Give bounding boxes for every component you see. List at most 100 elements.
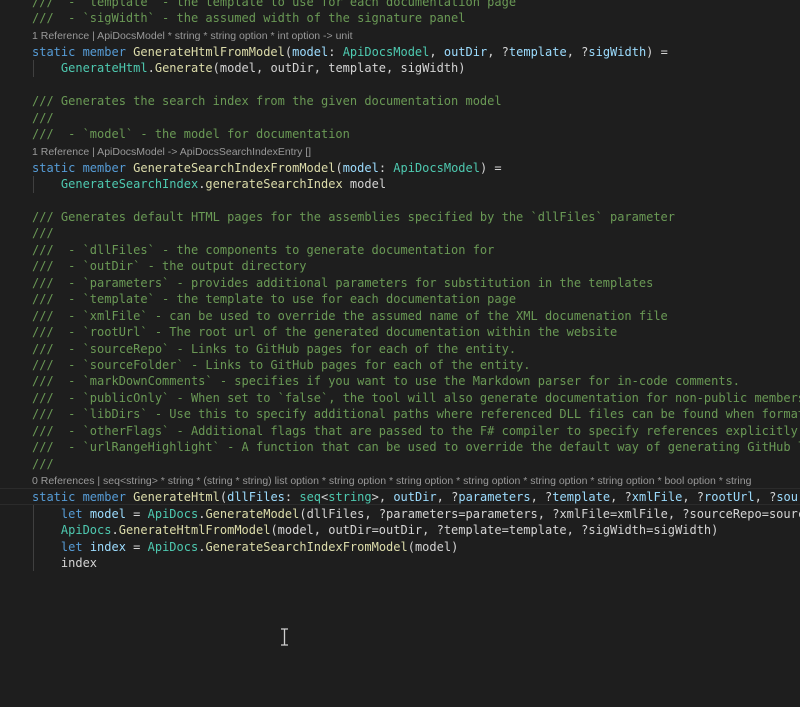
identifier: outDir xyxy=(443,44,488,59)
code-line-29: let model = ApiDocs.GenerateModel(dllFil… xyxy=(32,506,800,522)
code-text: ) = xyxy=(646,44,668,59)
function-name: generateSearchIndex xyxy=(205,177,343,192)
codelens-references[interactable]: 1 Reference | ApiDocsModel -> ApiDocsSea… xyxy=(32,145,311,159)
identifier: model xyxy=(89,506,126,521)
type-name: ApiDocsModel xyxy=(393,160,480,175)
function-name: GenerateSearchIndexFromModel xyxy=(205,539,408,554)
type-name: ApiDocs xyxy=(147,539,199,554)
code-line-6: /// Generates the search index from the … xyxy=(32,93,502,109)
function-name: GenerateSearchIndexFromModel xyxy=(133,160,336,175)
code-text: ) = xyxy=(479,160,502,175)
code-line-19: /// - `rootUrl` - The root url of the ge… xyxy=(32,324,617,340)
codelens-references[interactable]: 1 Reference | ApiDocsModel * string * st… xyxy=(32,29,353,43)
identifier: template xyxy=(508,44,567,59)
doc-comment: /// - `urlRangeHighlight` - A function t… xyxy=(32,440,800,455)
doc-comment: /// - `xmlFile` - can be used to overrid… xyxy=(32,308,668,323)
doc-comment: /// - `sourceRepo` - Links to GitHub pag… xyxy=(32,341,517,356)
code-line-31: let index = ApiDocs.GenerateSearchIndexF… xyxy=(32,539,458,555)
codelens-references[interactable]: 0 References | seq<string> * string * (s… xyxy=(32,474,751,488)
code-line-1: /// - `template` - the template to use f… xyxy=(32,0,516,10)
code-line-30: ApiDocs.GenerateHtmlFromModel(model, out… xyxy=(32,522,718,538)
type-name: ApiDocs xyxy=(60,523,112,538)
code-line-13: /// xyxy=(32,225,54,241)
code-text: , ? xyxy=(610,490,632,505)
code-text: . xyxy=(111,523,119,538)
doc-comment: /// - `publicOnly` - When set to `false`… xyxy=(32,390,800,405)
code-line-27: /// xyxy=(32,456,54,472)
code-text: (model, outDir=outDir, ?template=templat… xyxy=(270,523,719,538)
code-line-7: /// xyxy=(32,110,54,126)
code-line-15: /// - `outDir` - the output directory xyxy=(32,258,307,274)
doc-comment: /// Generates the search index from the … xyxy=(32,94,502,109)
doc-comment: /// - `sigWidth` - the assumed width of … xyxy=(32,11,466,26)
code-line-9: static member GenerateSearchIndexFromMod… xyxy=(32,160,502,176)
identifier: xmlFile xyxy=(631,490,683,505)
code-line-3: static member GenerateHtmlFromModel(mode… xyxy=(32,44,668,60)
code-line-32: index xyxy=(32,555,97,571)
code-line-28: static member GenerateHtml(dllFiles: seq… xyxy=(32,489,800,505)
identifier: parameters xyxy=(458,490,531,505)
code-line-10: GenerateSearchIndex.generateSearchIndex … xyxy=(32,176,386,192)
code-text: , ? xyxy=(754,490,777,505)
doc-comment: /// - `template` - the template to use f… xyxy=(32,0,517,9)
code-text: index xyxy=(32,555,98,570)
keyword: let xyxy=(60,506,90,521)
code-line-24: /// - `libDirs` - Use this to specify ad… xyxy=(32,406,800,422)
doc-comment: /// - `template` - the template to use f… xyxy=(32,292,517,307)
doc-comment: /// - `dllFiles` - the components to gen… xyxy=(32,242,495,257)
identifier: dllFiles xyxy=(227,490,285,505)
identifier: model xyxy=(292,44,329,59)
code-text: >, xyxy=(371,490,394,505)
identifier: outDir xyxy=(393,490,437,505)
function-name: GenerateHtml xyxy=(133,490,220,505)
code-text: : xyxy=(284,490,300,505)
type-name: GenerateSearchIndex xyxy=(60,177,199,192)
code-text: (model) xyxy=(407,539,459,554)
doc-comment: /// - `model` - the model for documentat… xyxy=(32,127,350,142)
identifier: sigWidth xyxy=(588,44,647,59)
code-editor[interactable]: /// - `template` - the template to use f… xyxy=(0,0,800,707)
code-text: , ? xyxy=(566,44,589,59)
keyword: static member xyxy=(32,44,134,59)
doc-comment: /// - `libDirs` - Use this to specify ad… xyxy=(32,407,800,422)
code-line-18: /// - `xmlFile` - can be used to overrid… xyxy=(32,308,668,324)
doc-comment: /// xyxy=(32,226,54,241)
code-line-12: /// Generates default HTML pages for the… xyxy=(32,209,675,225)
type-name: ApiDocs xyxy=(147,506,199,521)
identifier: template xyxy=(552,490,611,505)
doc-comment: /// - `rootUrl` - The root url of the ge… xyxy=(32,325,618,340)
code-line-25: /// - `otherFlags` - Additional flags th… xyxy=(32,423,800,439)
code-text: , xyxy=(429,44,444,59)
code-text: , ? xyxy=(487,44,509,59)
type-name: string xyxy=(328,490,372,505)
type-name: ApiDocsModel xyxy=(342,44,430,59)
code-text: ( xyxy=(335,160,343,175)
identifier: sourceRepo xyxy=(776,490,800,505)
code-line-2: /// - `sigWidth` - the assumed width of … xyxy=(32,10,465,26)
code-text: , ? xyxy=(682,490,705,505)
doc-comment: /// - `sourceFolder` - Links to GitHub p… xyxy=(32,358,531,372)
doc-comment: /// - `otherFlags` - Additional flags th… xyxy=(32,423,800,438)
code-text: . xyxy=(147,61,155,76)
code-line-16: /// - `parameters` - provides additional… xyxy=(32,275,653,291)
code-text: , ? xyxy=(530,490,553,505)
code-text: : xyxy=(328,44,343,59)
keyword: static member xyxy=(32,490,134,505)
function-name: Generate xyxy=(154,61,213,76)
code-line-22: /// - `markDownComments` - specifies if … xyxy=(32,373,740,389)
text-ibeam-icon xyxy=(281,628,288,646)
function-name: GenerateModel xyxy=(205,506,300,521)
keyword: let xyxy=(60,539,90,554)
code-line-4: GenerateHtml.Generate(model, outDir, tem… xyxy=(32,60,466,76)
doc-comment: /// xyxy=(32,456,54,471)
code-text: = xyxy=(125,506,148,521)
code-text: : xyxy=(378,160,394,175)
code-line-23: /// - `publicOnly` - When set to `false`… xyxy=(32,390,800,406)
type-name: seq xyxy=(299,490,322,505)
code-text: model xyxy=(342,177,387,192)
